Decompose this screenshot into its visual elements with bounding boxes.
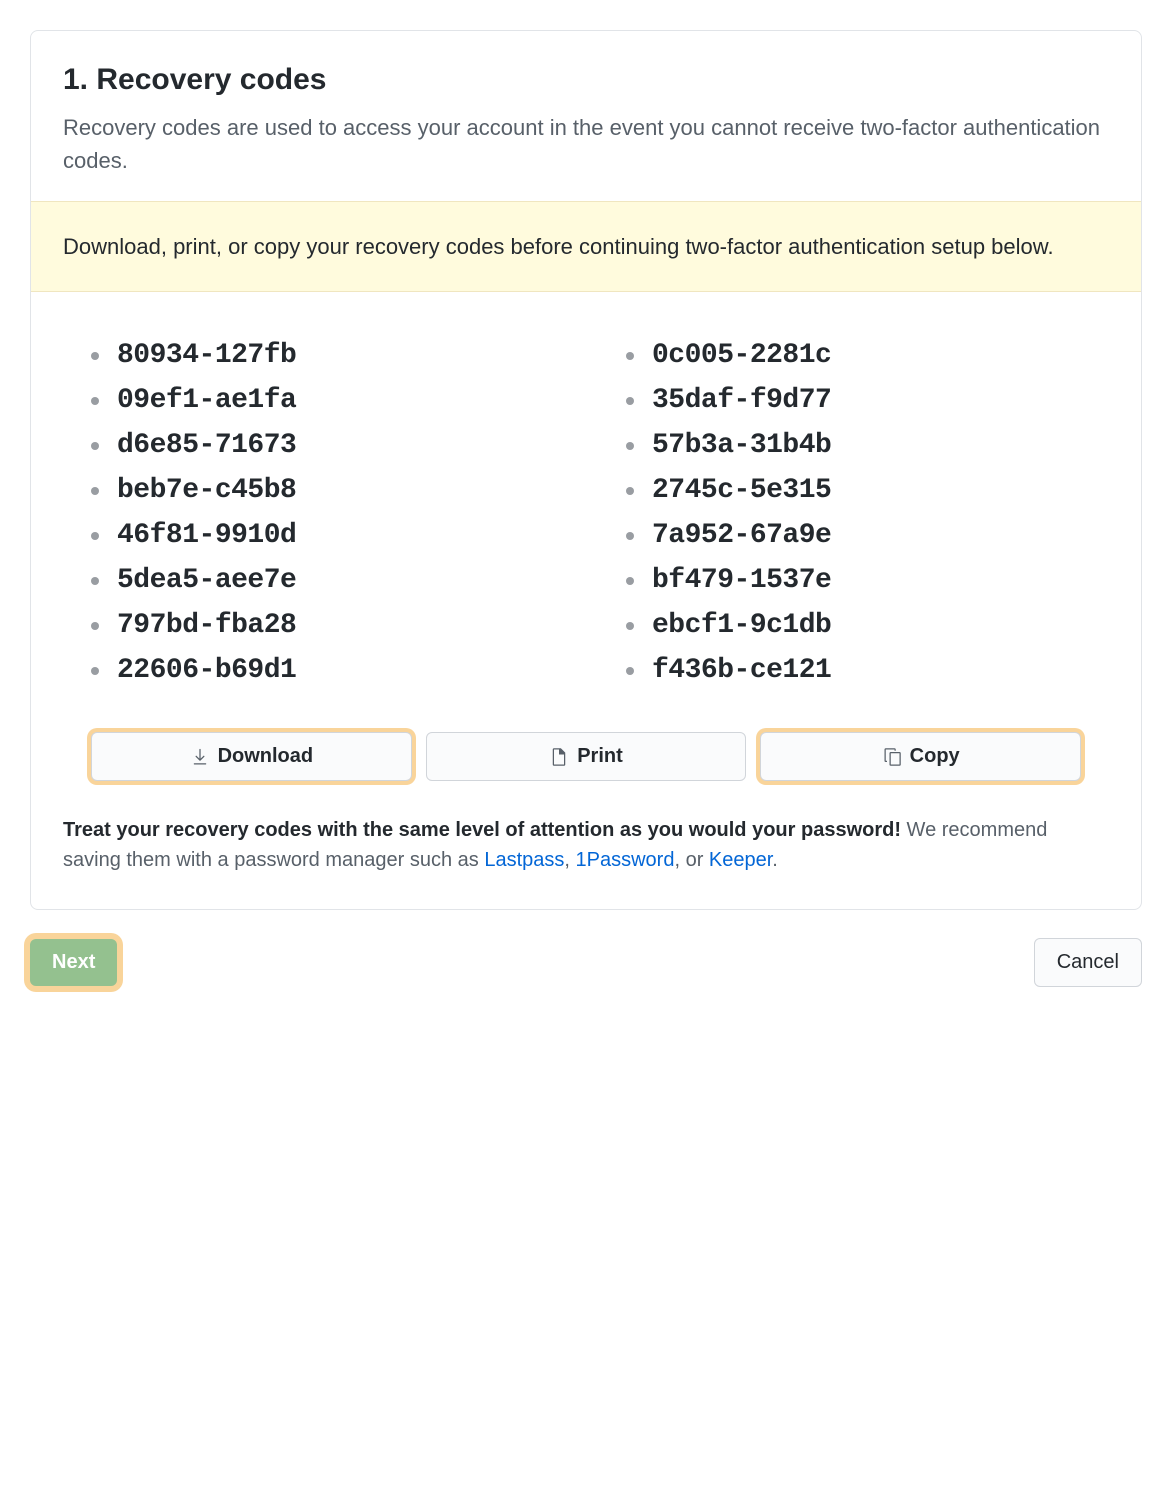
card-title: 1. Recovery codes — [63, 63, 1109, 97]
file-icon — [549, 747, 569, 767]
recovery-code: 46f81-9910d — [117, 520, 296, 551]
print-button[interactable]: Print — [426, 732, 747, 781]
bullet-icon — [626, 577, 634, 585]
code-item: d6e85-71673 — [91, 430, 546, 461]
recovery-code: bf479-1537e — [652, 565, 831, 596]
cancel-button[interactable]: Cancel — [1034, 938, 1142, 987]
bullet-icon — [91, 577, 99, 585]
bullet-icon — [626, 442, 634, 450]
recovery-code: 80934-127fb — [117, 340, 296, 371]
footer-sep: , or — [674, 849, 708, 871]
keeper-link[interactable]: Keeper — [709, 849, 772, 871]
recovery-code: 5dea5-aee7e — [117, 565, 296, 596]
bullet-icon — [626, 667, 634, 675]
bullet-icon — [91, 487, 99, 495]
code-item: 0c005-2281c — [626, 340, 1081, 371]
recovery-code: 22606-b69d1 — [117, 655, 296, 686]
footer-sep: , — [564, 849, 575, 871]
copy-label: Copy — [910, 745, 960, 768]
code-item: 80934-127fb — [91, 340, 546, 371]
footer-note: Treat your recovery codes with the same … — [31, 807, 1141, 909]
recovery-code: d6e85-71673 — [117, 430, 296, 461]
bullet-icon — [626, 622, 634, 630]
recovery-code: f436b-ce121 — [652, 655, 831, 686]
code-item: 35daf-f9d77 — [626, 385, 1081, 416]
code-item: 5dea5-aee7e — [91, 565, 546, 596]
recovery-code: 797bd-fba28 — [117, 610, 296, 641]
code-item: 09ef1-ae1fa — [91, 385, 546, 416]
bullet-icon — [91, 352, 99, 360]
actions-row: Download Print Copy — [31, 720, 1141, 807]
footer-strong: Treat your recovery codes with the same … — [63, 819, 901, 841]
bullet-icon — [91, 667, 99, 675]
bullet-icon — [626, 352, 634, 360]
print-label: Print — [577, 745, 623, 768]
download-icon — [190, 747, 210, 767]
recovery-code: beb7e-c45b8 — [117, 475, 296, 506]
lastpass-link[interactable]: Lastpass — [484, 849, 564, 871]
next-button[interactable]: Next — [30, 939, 117, 986]
code-item: ebcf1-9c1db — [626, 610, 1081, 641]
recovery-code: 0c005-2281c — [652, 340, 831, 371]
copy-icon — [882, 747, 902, 767]
codes-grid: 80934-127fb 09ef1-ae1fa d6e85-71673 beb7… — [91, 340, 1081, 700]
codes-column-left: 80934-127fb 09ef1-ae1fa d6e85-71673 beb7… — [91, 340, 546, 700]
copy-button[interactable]: Copy — [760, 732, 1081, 781]
code-item: 22606-b69d1 — [91, 655, 546, 686]
bullet-icon — [626, 487, 634, 495]
bullet-icon — [91, 397, 99, 405]
recovery-codes-card: 1. Recovery codes Recovery codes are use… — [30, 30, 1142, 910]
recovery-code: 7a952-67a9e — [652, 520, 831, 551]
footer-end: . — [772, 849, 778, 871]
code-item: 797bd-fba28 — [91, 610, 546, 641]
code-item: 57b3a-31b4b — [626, 430, 1081, 461]
recovery-code: 57b3a-31b4b — [652, 430, 831, 461]
bullet-icon — [91, 622, 99, 630]
bullet-icon — [91, 442, 99, 450]
recovery-code: 2745c-5e315 — [652, 475, 831, 506]
card-header: 1. Recovery codes Recovery codes are use… — [31, 31, 1141, 201]
codes-column-right: 0c005-2281c 35daf-f9d77 57b3a-31b4b 2745… — [626, 340, 1081, 700]
onepassword-link[interactable]: 1Password — [576, 849, 675, 871]
code-item: 7a952-67a9e — [626, 520, 1081, 551]
bottom-row: Next Cancel — [30, 938, 1142, 987]
code-item: 2745c-5e315 — [626, 475, 1081, 506]
recovery-code: 09ef1-ae1fa — [117, 385, 296, 416]
recovery-code: ebcf1-9c1db — [652, 610, 831, 641]
code-item: f436b-ce121 — [626, 655, 1081, 686]
code-item: 46f81-9910d — [91, 520, 546, 551]
warning-banner: Download, print, or copy your recovery c… — [31, 201, 1141, 292]
bullet-icon — [626, 532, 634, 540]
code-item: bf479-1537e — [626, 565, 1081, 596]
bullet-icon — [626, 397, 634, 405]
codes-section: 80934-127fb 09ef1-ae1fa d6e85-71673 beb7… — [31, 292, 1141, 720]
bullet-icon — [91, 532, 99, 540]
download-button[interactable]: Download — [91, 732, 412, 781]
recovery-code: 35daf-f9d77 — [652, 385, 831, 416]
card-subtitle: Recovery codes are used to access your a… — [63, 111, 1109, 177]
download-label: Download — [218, 745, 314, 768]
code-item: beb7e-c45b8 — [91, 475, 546, 506]
